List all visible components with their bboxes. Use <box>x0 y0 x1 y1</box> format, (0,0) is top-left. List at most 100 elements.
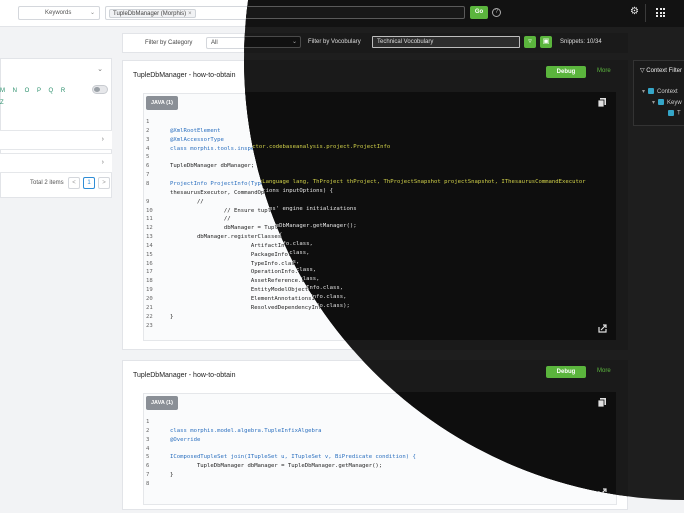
copy-icon[interactable] <box>598 98 606 107</box>
snippet-count: Snippets: 10/34 <box>560 39 602 45</box>
close-icon[interactable]: × <box>188 11 192 17</box>
code-text: AssetReference.class, <box>170 278 322 285</box>
page-prev-button[interactable]: < <box>68 177 80 189</box>
code-text: // <box>170 216 231 223</box>
code-text: @Override <box>170 436 201 443</box>
line-number: 1 <box>146 419 150 425</box>
language-badge: JAVA (1) <box>146 396 178 410</box>
line-number: 17 <box>146 269 153 276</box>
apps-grid-icon[interactable] <box>656 8 665 17</box>
page-current-button[interactable]: 1 <box>83 177 95 189</box>
checkbox[interactable] <box>658 99 665 106</box>
help-icon[interactable]: ? <box>492 8 501 17</box>
line-number: 23 <box>146 322 153 329</box>
line-number: 5 <box>146 154 150 161</box>
code-text: @XmlAccessorType <box>170 136 224 143</box>
snippet-title: TupleDbManager - how-to-obtain <box>133 72 236 79</box>
code-text: OperationInfo.class, <box>170 269 319 276</box>
context-filter-title: ▽ Context Filter <box>640 67 682 74</box>
search-mode-select[interactable]: Keywords ⌄ <box>18 6 100 20</box>
tree-item-label: Keyw <box>667 100 682 106</box>
page-next-button[interactable]: > <box>98 177 110 189</box>
code-text: IComposedTupleSet join(ITupleSet u, ITup… <box>170 454 416 461</box>
line-number: 16 <box>146 260 153 267</box>
line-number: 15 <box>146 251 153 258</box>
search-tag[interactable]: TupleDbManager (Morphis) × <box>109 9 196 18</box>
list-item[interactable]: › <box>0 153 112 173</box>
more-link[interactable]: More <box>597 68 611 74</box>
line-number: 4 <box>146 445 150 452</box>
line-number: 2 <box>146 127 150 134</box>
line-number: 6 <box>146 163 150 170</box>
more-link[interactable]: More <box>597 368 611 374</box>
category-filter-label: Filter by Category <box>145 40 193 46</box>
context-filter-title-text: Context Filter <box>646 68 682 74</box>
line-number: 7 <box>146 472 150 479</box>
pager-total: Total 2 items <box>30 180 64 186</box>
code-text: } <box>170 472 174 479</box>
line-number: 11 <box>146 216 153 223</box>
chevron-down-icon: ⌄ <box>89 10 95 16</box>
line-number: 8 <box>146 180 150 187</box>
code-text: TupleDbManager dbManager; <box>170 163 255 170</box>
chevron-right-icon: › <box>101 136 104 143</box>
checkbox[interactable] <box>668 110 674 116</box>
code-text: class morphis.model.algebra.TupleInfixAl… <box>170 427 322 434</box>
code-text: TupleDbManager dbManager = TupleDbManage… <box>170 463 383 470</box>
line-number: 6 <box>146 463 150 470</box>
line-number: 12 <box>146 225 153 232</box>
tree-item-label: Context <box>657 89 678 95</box>
snippet-title: TupleDbManager - how-to-obtain <box>133 372 236 379</box>
search-mode-label: Keywords <box>45 10 72 16</box>
tree-item-label: T <box>677 110 681 117</box>
code-text: // <box>170 198 204 205</box>
caret-down-icon[interactable]: ▾ <box>642 89 645 95</box>
alphabet-index[interactable]: M N O P Q R <box>0 88 68 94</box>
filter-icon[interactable]: ▿ <box>524 36 536 48</box>
copy-icon[interactable] <box>598 398 606 407</box>
debug-button[interactable]: Debug <box>546 66 586 78</box>
line-number: 13 <box>146 234 153 241</box>
tree-item-context[interactable]: ▾ Context <box>642 88 678 95</box>
line-number: 7 <box>146 172 150 179</box>
line-number: 22 <box>146 313 153 320</box>
caret-down-icon[interactable]: ▾ <box>652 100 655 106</box>
line-number: 3 <box>146 136 150 143</box>
vocabulary-input[interactable]: Technical Vocobulary <box>372 36 520 48</box>
chevron-down-icon: ⌄ <box>291 39 297 45</box>
checkbox[interactable] <box>648 88 655 95</box>
vocabulary-filter-label: Filter by Vocobulary <box>308 39 361 45</box>
code-text: TypeInfo.class, <box>170 260 302 267</box>
line-number: 1 <box>146 119 150 125</box>
line-number: 3 <box>146 436 150 443</box>
left-panel: ⌄ <box>0 58 112 198</box>
tree-item-keywords[interactable]: ▾ Keyw <box>652 99 682 106</box>
save-icon[interactable]: ▣ <box>540 36 552 48</box>
context-filter-panel: ▽ Context Filter ▾ Context ▾ Keyw T <box>633 60 684 126</box>
alphabet-index-last[interactable]: Z <box>0 100 4 106</box>
code-text: @XmlRootElement <box>170 127 221 134</box>
chevron-right-icon: › <box>101 159 104 166</box>
code-text: } <box>170 313 174 320</box>
toggle-switch[interactable] <box>92 85 108 94</box>
line-number: 9 <box>146 198 150 205</box>
divider <box>645 4 646 22</box>
share-icon[interactable] <box>598 324 607 333</box>
line-number: 20 <box>146 296 153 302</box>
line-number: 2 <box>146 427 150 434</box>
chevron-down-icon[interactable]: ⌄ <box>97 65 103 73</box>
line-number: 5 <box>146 454 150 461</box>
line-number: 18 <box>146 278 153 285</box>
go-button[interactable]: Go <box>470 6 488 19</box>
list-item[interactable]: › <box>0 130 112 150</box>
line-number: 10 <box>146 207 153 214</box>
line-number: 21 <box>146 304 153 311</box>
debug-button[interactable]: Debug <box>546 366 586 378</box>
line-number: 19 <box>146 287 153 294</box>
language-badge: JAVA (1) <box>146 96 178 110</box>
search-tag-label: TupleDbManager (Morphis) <box>113 11 187 17</box>
line-number: 8 <box>146 480 150 487</box>
code-line: 8 <box>146 480 612 489</box>
tree-item-term[interactable]: T <box>668 110 681 117</box>
gear-icon[interactable]: ⚙ <box>630 7 639 17</box>
